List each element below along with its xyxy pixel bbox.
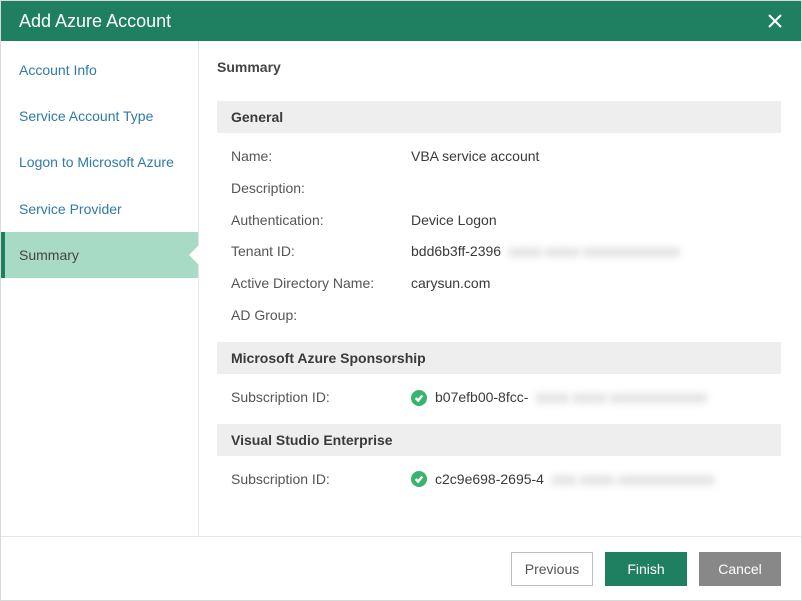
field-label: Active Directory Name: (231, 272, 411, 296)
dialog-footer: Previous Finish Cancel (1, 536, 801, 600)
sidebar-item-summary[interactable]: Summary (1, 232, 198, 278)
sidebar-item-label: Logon to Microsoft Azure (19, 154, 174, 170)
section-header: Visual Studio Enterprise (217, 424, 781, 456)
masked-text: xxxx-xxxx-xxxxxxxxxxxx (509, 240, 680, 264)
field-value: Device Logon (411, 209, 767, 233)
title-bar: Add Azure Account (1, 1, 801, 41)
dialog-title: Add Azure Account (19, 11, 763, 32)
sidebar-item-label: Service Account Type (19, 108, 153, 124)
sidebar-item-label: Summary (19, 247, 79, 263)
check-icon (411, 471, 427, 487)
row-subscription-id: Subscription ID: b07efb00-8fcc-xxxx-xxxx… (217, 382, 781, 414)
sidebar-item-service-account-type[interactable]: Service Account Type (1, 93, 198, 139)
field-label: Subscription ID: (231, 468, 411, 492)
section-vse: Visual Studio Enterprise Subscription ID… (217, 424, 781, 496)
page-title: Summary (217, 59, 781, 75)
row-subscription-id: Subscription ID: c2c9e698-2695-4xxx-xxxx… (217, 464, 781, 496)
field-value (411, 304, 767, 328)
cancel-button[interactable]: Cancel (699, 552, 781, 586)
row-authentication: Authentication: Device Logon (217, 205, 781, 237)
field-value (411, 177, 767, 201)
field-value: c2c9e698-2695-4xxx-xxxx-xxxxxxxxxxxx (411, 468, 767, 492)
row-tenant-id: Tenant ID: bdd6b3ff-2396xxxx-xxxx-xxxxxx… (217, 236, 781, 268)
wizard-sidebar: Account Info Service Account Type Logon … (1, 41, 199, 536)
field-label: Subscription ID: (231, 386, 411, 410)
sidebar-item-label: Service Provider (19, 201, 122, 217)
row-description: Description: (217, 173, 781, 205)
dialog-window: Add Azure Account Account Info Service A… (0, 0, 802, 601)
row-ad-name: Active Directory Name: carysun.com (217, 268, 781, 300)
section-general: General Name: VBA service account Descri… (217, 101, 781, 332)
field-label: AD Group: (231, 304, 411, 328)
field-label: Name: (231, 145, 411, 169)
sidebar-item-service-provider[interactable]: Service Provider (1, 186, 198, 232)
masked-text: xxx-xxxx-xxxxxxxxxxxx (552, 468, 715, 492)
sidebar-item-logon-azure[interactable]: Logon to Microsoft Azure (1, 139, 198, 185)
field-label: Description: (231, 177, 411, 201)
section-header: General (217, 101, 781, 133)
field-label: Authentication: (231, 209, 411, 233)
dialog-body: Account Info Service Account Type Logon … (1, 41, 801, 536)
field-value: b07efb00-8fcc-xxxx-xxxx-xxxxxxxxxxxx (411, 386, 767, 410)
row-ad-group: AD Group: (217, 300, 781, 332)
check-icon (411, 390, 427, 406)
row-name: Name: VBA service account (217, 141, 781, 173)
section-sponsorship: Microsoft Azure Sponsorship Subscription… (217, 342, 781, 414)
field-value: carysun.com (411, 272, 767, 296)
field-value: VBA service account (411, 145, 767, 169)
section-header: Microsoft Azure Sponsorship (217, 342, 781, 374)
field-label: Tenant ID: (231, 240, 411, 264)
finish-button[interactable]: Finish (605, 552, 687, 586)
sidebar-item-label: Account Info (19, 62, 97, 78)
close-icon (768, 14, 782, 28)
field-value: bdd6b3ff-2396xxxx-xxxx-xxxxxxxxxxxx (411, 240, 767, 264)
close-button[interactable] (763, 9, 787, 33)
masked-text: xxxx-xxxx-xxxxxxxxxxxx (536, 386, 707, 410)
main-panel: Summary General Name: VBA service accoun… (199, 41, 801, 536)
previous-button[interactable]: Previous (511, 552, 593, 586)
sidebar-item-account-info[interactable]: Account Info (1, 47, 198, 93)
